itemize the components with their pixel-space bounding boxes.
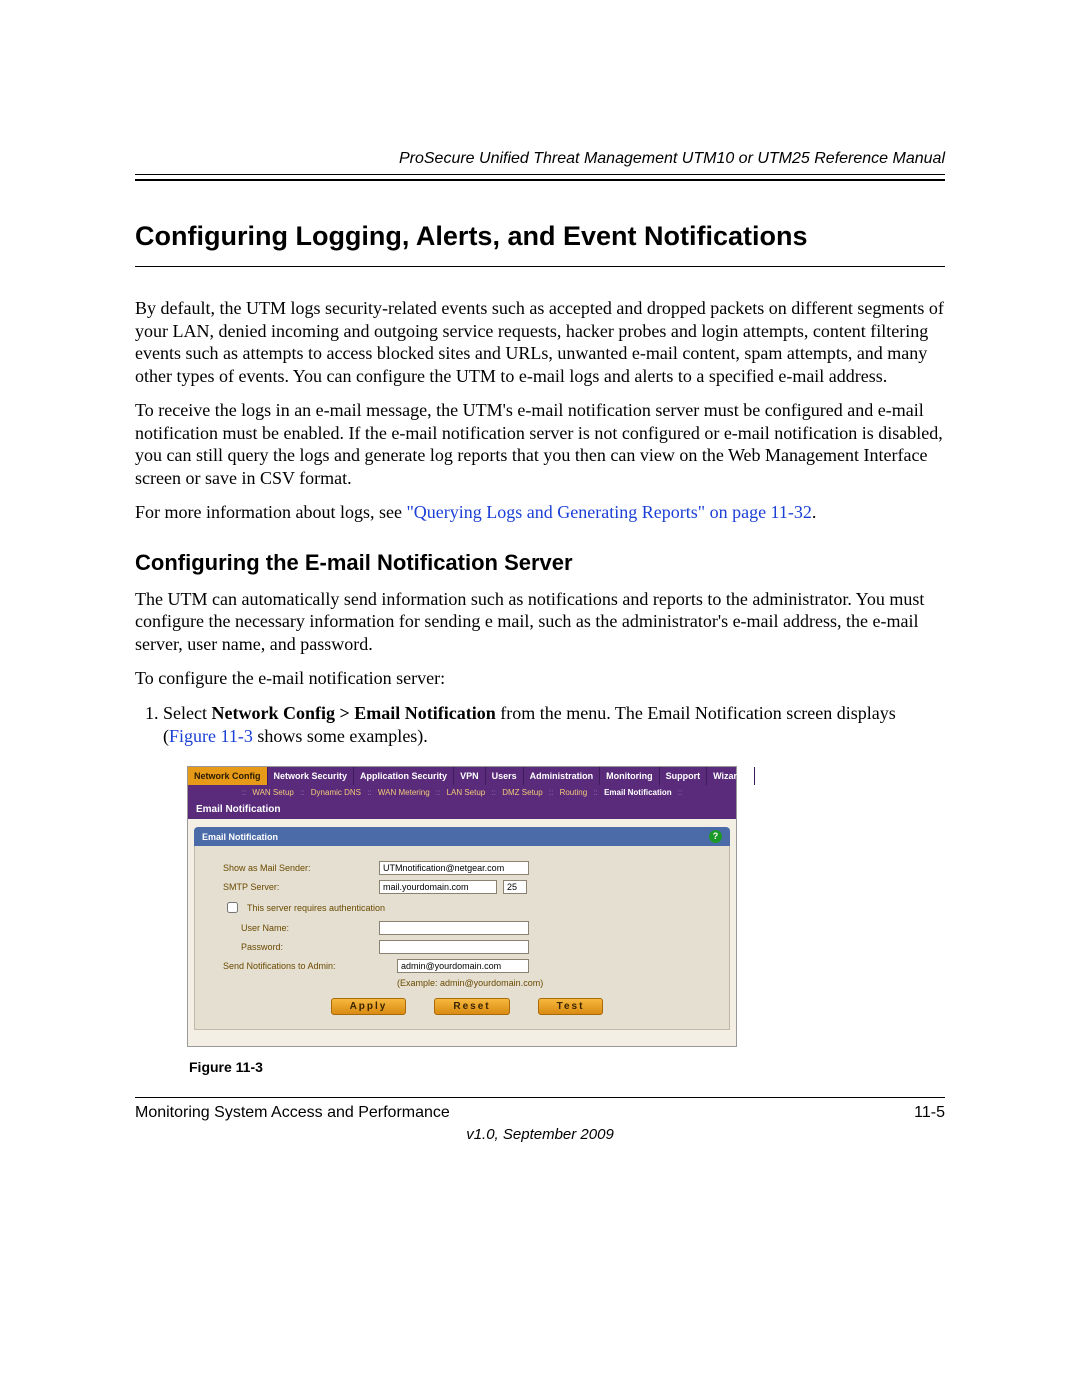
header-rule-thin: [135, 174, 945, 175]
panel-body: Show as Mail Sender: SMTP Server: This s…: [194, 846, 730, 1030]
tab-application-security[interactable]: Application Security: [354, 767, 454, 785]
link-figure-11-3[interactable]: Figure 11-3: [169, 726, 253, 746]
step-1-select: Select: [163, 703, 211, 723]
tab-support[interactable]: Support: [660, 767, 708, 785]
tab-network-security[interactable]: Network Security: [268, 767, 355, 785]
label-user-name: User Name:: [241, 923, 373, 933]
tab-users[interactable]: Users: [486, 767, 524, 785]
panel-header: Email Notification ?: [194, 827, 730, 846]
subnav-dynamic-dns[interactable]: Dynamic DNS: [311, 788, 361, 797]
email-notification-screenshot: Network Config Network Security Applicat…: [187, 766, 737, 1047]
subnav-wan-metering[interactable]: WAN Metering: [378, 788, 430, 797]
label-smtp-server: SMTP Server:: [223, 882, 373, 892]
checkbox-requires-auth[interactable]: [227, 902, 238, 913]
section-title: Configuring Logging, Alerts, and Event N…: [135, 221, 945, 252]
label-requires-auth: This server requires authentication: [247, 903, 385, 913]
input-admin-email[interactable]: [397, 959, 529, 973]
running-header: ProSecure Unified Threat Management UTM1…: [135, 150, 945, 168]
input-smtp-host[interactable]: [379, 880, 497, 894]
label-mail-sender: Show as Mail Sender:: [223, 863, 373, 873]
tab-administration[interactable]: Administration: [524, 767, 601, 785]
paragraph-3-post: .: [812, 502, 817, 522]
footer-row: Monitoring System Access and Performance…: [135, 1104, 945, 1122]
link-querying-logs[interactable]: "Querying Logs and Generating Reports" o…: [406, 502, 811, 522]
label-send-to-admin: Send Notifications to Admin:: [223, 961, 391, 971]
apply-button[interactable]: Apply: [331, 998, 407, 1015]
subnav-routing[interactable]: Routing: [560, 788, 588, 797]
subnav-dmz-setup[interactable]: DMZ Setup: [502, 788, 542, 797]
paragraph-1: By default, the UTM logs security-relate…: [135, 297, 945, 387]
paragraph-3-pre: For more information about logs, see: [135, 502, 406, 522]
reset-button[interactable]: Reset: [434, 998, 509, 1015]
subnav-wan-setup[interactable]: WAN Setup: [252, 788, 294, 797]
title-underline: [135, 266, 945, 267]
paragraph-4: The UTM can automatically send informati…: [135, 588, 945, 656]
subnav-email-notification[interactable]: Email Notification: [604, 788, 672, 797]
subnav-lan-setup[interactable]: LAN Setup: [447, 788, 486, 797]
steps-list: Select Network Config > Email Notificati…: [135, 702, 945, 749]
footer-version: v1.0, September 2009: [135, 1126, 945, 1143]
paragraph-2: To receive the logs in an e-mail message…: [135, 399, 945, 489]
tab-wizards[interactable]: Wizards: [707, 767, 754, 785]
paragraph-5: To configure the e-mail notification ser…: [135, 667, 945, 690]
button-row: Apply Reset Test: [223, 998, 711, 1015]
help-icon[interactable]: ?: [709, 830, 722, 843]
screen-title-bar: Email Notification: [188, 800, 736, 819]
panel-header-text: Email Notification: [202, 832, 278, 842]
figure-caption: Figure 11-3: [189, 1059, 945, 1075]
test-button[interactable]: Test: [538, 998, 604, 1015]
tab-network-config[interactable]: Network Config: [188, 767, 268, 785]
subsection-title: Configuring the E-mail Notification Serv…: [135, 550, 945, 576]
input-user-name[interactable]: [379, 921, 529, 935]
figure-11-3: Network Config Network Security Applicat…: [187, 766, 945, 1047]
sub-nav-bar: :: WAN Setup :: Dynamic DNS :: WAN Meter…: [188, 785, 736, 800]
input-password[interactable]: [379, 940, 529, 954]
header-rule-thick: [135, 179, 945, 181]
step-1-text-c: shows some examples).: [253, 726, 428, 746]
input-mail-sender[interactable]: [379, 861, 529, 875]
example-note: (Example: admin@yourdomain.com): [397, 978, 711, 988]
input-smtp-port[interactable]: [503, 880, 527, 894]
footer-rule: [135, 1097, 945, 1098]
main-tab-bar: Network Config Network Security Applicat…: [188, 767, 736, 785]
paragraph-3: For more information about logs, see "Qu…: [135, 501, 945, 524]
step-1-menu-path: Network Config > Email Notification: [211, 703, 495, 723]
label-password: Password:: [241, 942, 373, 952]
footer-page-number: 11-5: [914, 1104, 945, 1122]
tab-vpn[interactable]: VPN: [454, 767, 486, 785]
step-1: Select Network Config > Email Notificati…: [163, 702, 945, 749]
footer-left: Monitoring System Access and Performance: [135, 1104, 450, 1122]
tab-monitoring[interactable]: Monitoring: [600, 767, 660, 785]
